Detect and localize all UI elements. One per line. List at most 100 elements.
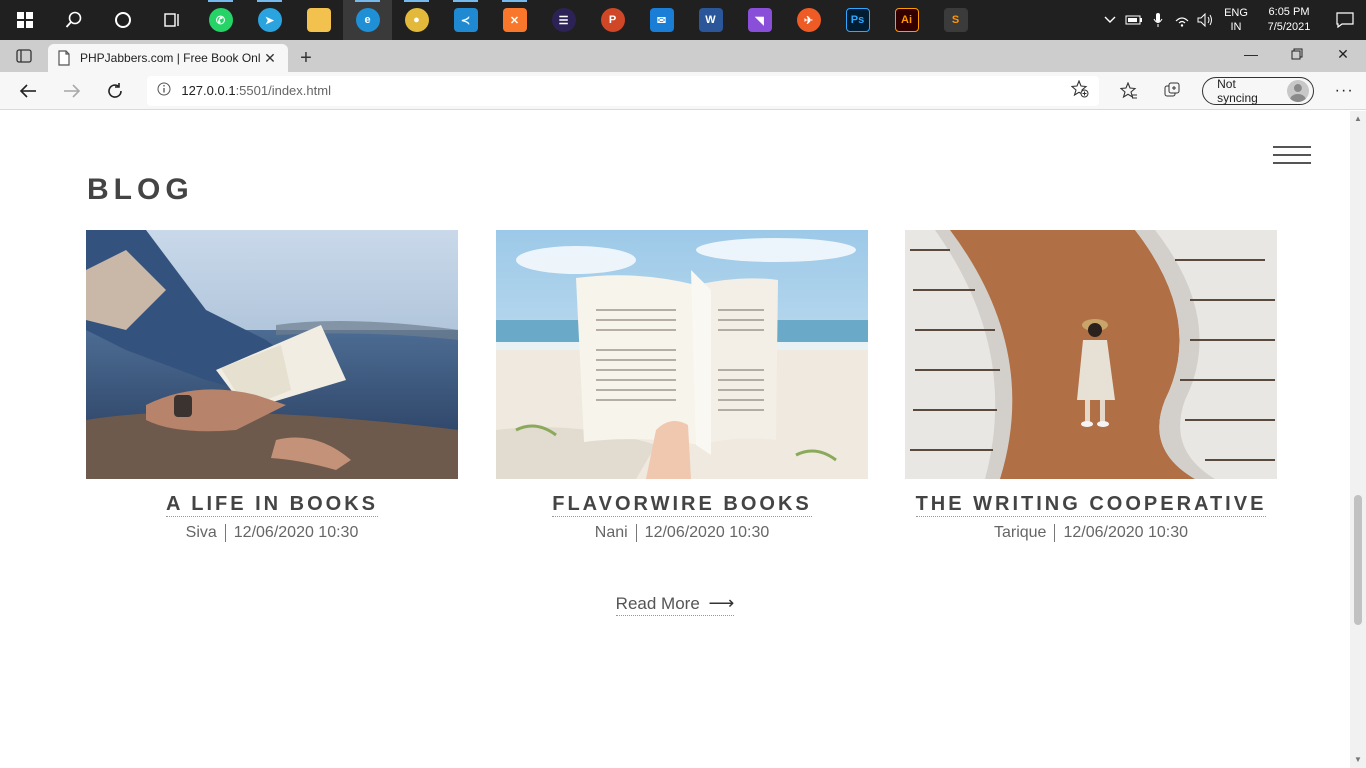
post-title: FLAVORWIRE BOOKS (552, 493, 812, 517)
settings-more-button[interactable]: ··· (1322, 72, 1366, 110)
blog-post-card[interactable]: FLAVORWIRE BOOKS Nani 12/06/2020 10:30 (496, 230, 868, 542)
microphone-icon[interactable] (1146, 0, 1170, 40)
browser-toolbar: 127.0.0.1:5501/index.html Not syncing ··… (0, 72, 1366, 110)
menu-toggle-button[interactable] (1273, 146, 1311, 170)
close-tab-icon[interactable]: ✕ (260, 50, 280, 67)
search-button[interactable] (49, 0, 98, 40)
read-more-link[interactable]: Read More ⟶ (615, 593, 735, 616)
photoshop-icon: Ps (845, 8, 870, 32)
post-author: Tarique (993, 524, 1047, 542)
taskbar-app-postman[interactable]: ✈ (784, 0, 833, 40)
read-more-container: Read More ⟶ (0, 593, 1350, 616)
new-tab-button[interactable]: + (288, 44, 324, 72)
post-image-reading-by-sea[interactable] (86, 230, 458, 479)
site-info-icon[interactable] (157, 82, 181, 99)
edge-icon: e (355, 8, 380, 32)
hamburger-line (1273, 154, 1311, 156)
minimize-icon: — (1244, 46, 1258, 62)
section-title: BLOG (87, 173, 194, 206)
back-button[interactable] (6, 72, 50, 110)
taskbar-app-whatsapp[interactable]: ✆ (196, 0, 245, 40)
taskbar-app-edge[interactable]: e (343, 0, 392, 40)
add-favorite-icon[interactable] (1070, 79, 1089, 101)
taskbar-app-mail[interactable]: ✉ (637, 0, 686, 40)
favorites-star-icon (1119, 81, 1137, 98)
eclipse-icon: ☰ (551, 8, 576, 32)
sublime-text-icon: S (943, 8, 968, 32)
notification-center-button[interactable] (1324, 0, 1366, 40)
taskbar-app-xampp[interactable]: ✕ (490, 0, 539, 40)
meta-divider (635, 524, 637, 542)
post-author: Nani (594, 524, 628, 542)
cortana-circle-icon (114, 12, 131, 28)
scroll-down-arrow-icon[interactable]: ▼ (1354, 756, 1362, 764)
tab-actions-button[interactable] (0, 40, 48, 72)
page-scrollbar[interactable]: ▲ ▼ (1350, 111, 1366, 768)
plus-icon: + (300, 46, 312, 69)
address-bar[interactable]: 127.0.0.1:5501/index.html (147, 75, 1099, 106)
post-meta: Siva 12/06/2020 10:30 (86, 524, 458, 542)
clock-date: 7/5/2021 (1267, 21, 1311, 33)
ellipsis-icon: ··· (1334, 81, 1354, 99)
whatsapp-icon: ✆ (208, 8, 233, 32)
task-view-icon (163, 13, 179, 27)
system-clock[interactable]: 6:05 PM 7/5/2021 (1254, 5, 1324, 35)
close-icon: ✕ (1337, 45, 1349, 62)
post-title-link[interactable]: A LIFE IN BOOKS (86, 493, 458, 517)
taskbar-app-illustrator[interactable]: Ai (882, 0, 931, 40)
post-image-book-on-beach[interactable] (496, 230, 868, 479)
task-view-button[interactable] (147, 0, 196, 40)
taskbar-app-sublime-text[interactable]: S (931, 0, 980, 40)
hamburger-line (1273, 146, 1311, 148)
start-button[interactable] (0, 0, 49, 40)
blog-post-card[interactable]: THE WRITING COOPERATIVE Tarique 12/06/202… (905, 230, 1277, 542)
powerpoint-icon: P (600, 8, 625, 32)
tab-active[interactable]: PHPJabbers.com | Free Book Onli ✕ (48, 44, 288, 72)
post-title-link[interactable]: FLAVORWIRE BOOKS (496, 493, 868, 517)
post-title-link[interactable]: THE WRITING COOPERATIVE (905, 493, 1277, 517)
mail-icon: ✉ (649, 8, 674, 32)
taskbar-app-file-explorer[interactable] (294, 0, 343, 40)
post-image-library[interactable] (905, 230, 1277, 479)
scroll-up-arrow-icon[interactable]: ▲ (1354, 115, 1362, 123)
chrome-icon: ● (404, 8, 429, 32)
post-date: 12/06/2020 10:30 (644, 524, 770, 542)
profile-sync-button[interactable]: Not syncing (1202, 76, 1315, 105)
language-region: IN (1230, 21, 1242, 33)
taskbar-app-chrome[interactable]: ● (392, 0, 441, 40)
maximize-button[interactable] (1274, 40, 1320, 68)
post-author: Siva (185, 524, 217, 542)
blog-post-card[interactable]: A LIFE IN BOOKS Siva 12/06/2020 10:30 (86, 230, 458, 542)
forward-button[interactable] (50, 72, 94, 110)
taskbar-app-word[interactable]: W (686, 0, 735, 40)
post-meta: Nani 12/06/2020 10:30 (496, 524, 868, 542)
chevron-up-icon[interactable] (1098, 0, 1122, 40)
collections-button[interactable] (1150, 72, 1194, 110)
favorites-button[interactable] (1107, 72, 1151, 110)
scrollbar-thumb[interactable] (1354, 495, 1362, 625)
taskbar-app-visual-studio[interactable]: ◥ (735, 0, 784, 40)
post-title: A LIFE IN BOOKS (165, 493, 379, 517)
meta-divider (1054, 524, 1056, 542)
battery-icon[interactable] (1122, 0, 1146, 40)
read-more-label: Read More (615, 594, 700, 613)
minimize-button[interactable]: — (1228, 40, 1274, 68)
page-favicon-icon (58, 50, 70, 66)
language-indicator[interactable]: ENG IN (1218, 6, 1254, 34)
volume-icon[interactable] (1194, 0, 1218, 40)
postman-icon: ✈ (796, 8, 821, 32)
tab-title: PHPJabbers.com | Free Book Onli (80, 51, 260, 65)
wifi-icon[interactable] (1170, 0, 1194, 40)
taskbar-app-powerpoint[interactable]: P (588, 0, 637, 40)
taskbar-app-eclipse[interactable]: ☰ (539, 0, 588, 40)
refresh-button[interactable] (94, 72, 138, 110)
taskbar-app-telegram[interactable]: ➤ (245, 0, 294, 40)
browser-tabstrip: PHPJabbers.com | Free Book Onli ✕ + — ✕ (0, 40, 1366, 72)
user-avatar-icon (1290, 83, 1307, 102)
cortana-button[interactable] (98, 0, 147, 40)
search-icon (65, 11, 81, 28)
close-window-button[interactable]: ✕ (1320, 40, 1366, 68)
xampp-icon: ✕ (502, 8, 527, 32)
taskbar-app-photoshop[interactable]: Ps (833, 0, 882, 40)
taskbar-app-vscode[interactable]: ≺ (441, 0, 490, 40)
